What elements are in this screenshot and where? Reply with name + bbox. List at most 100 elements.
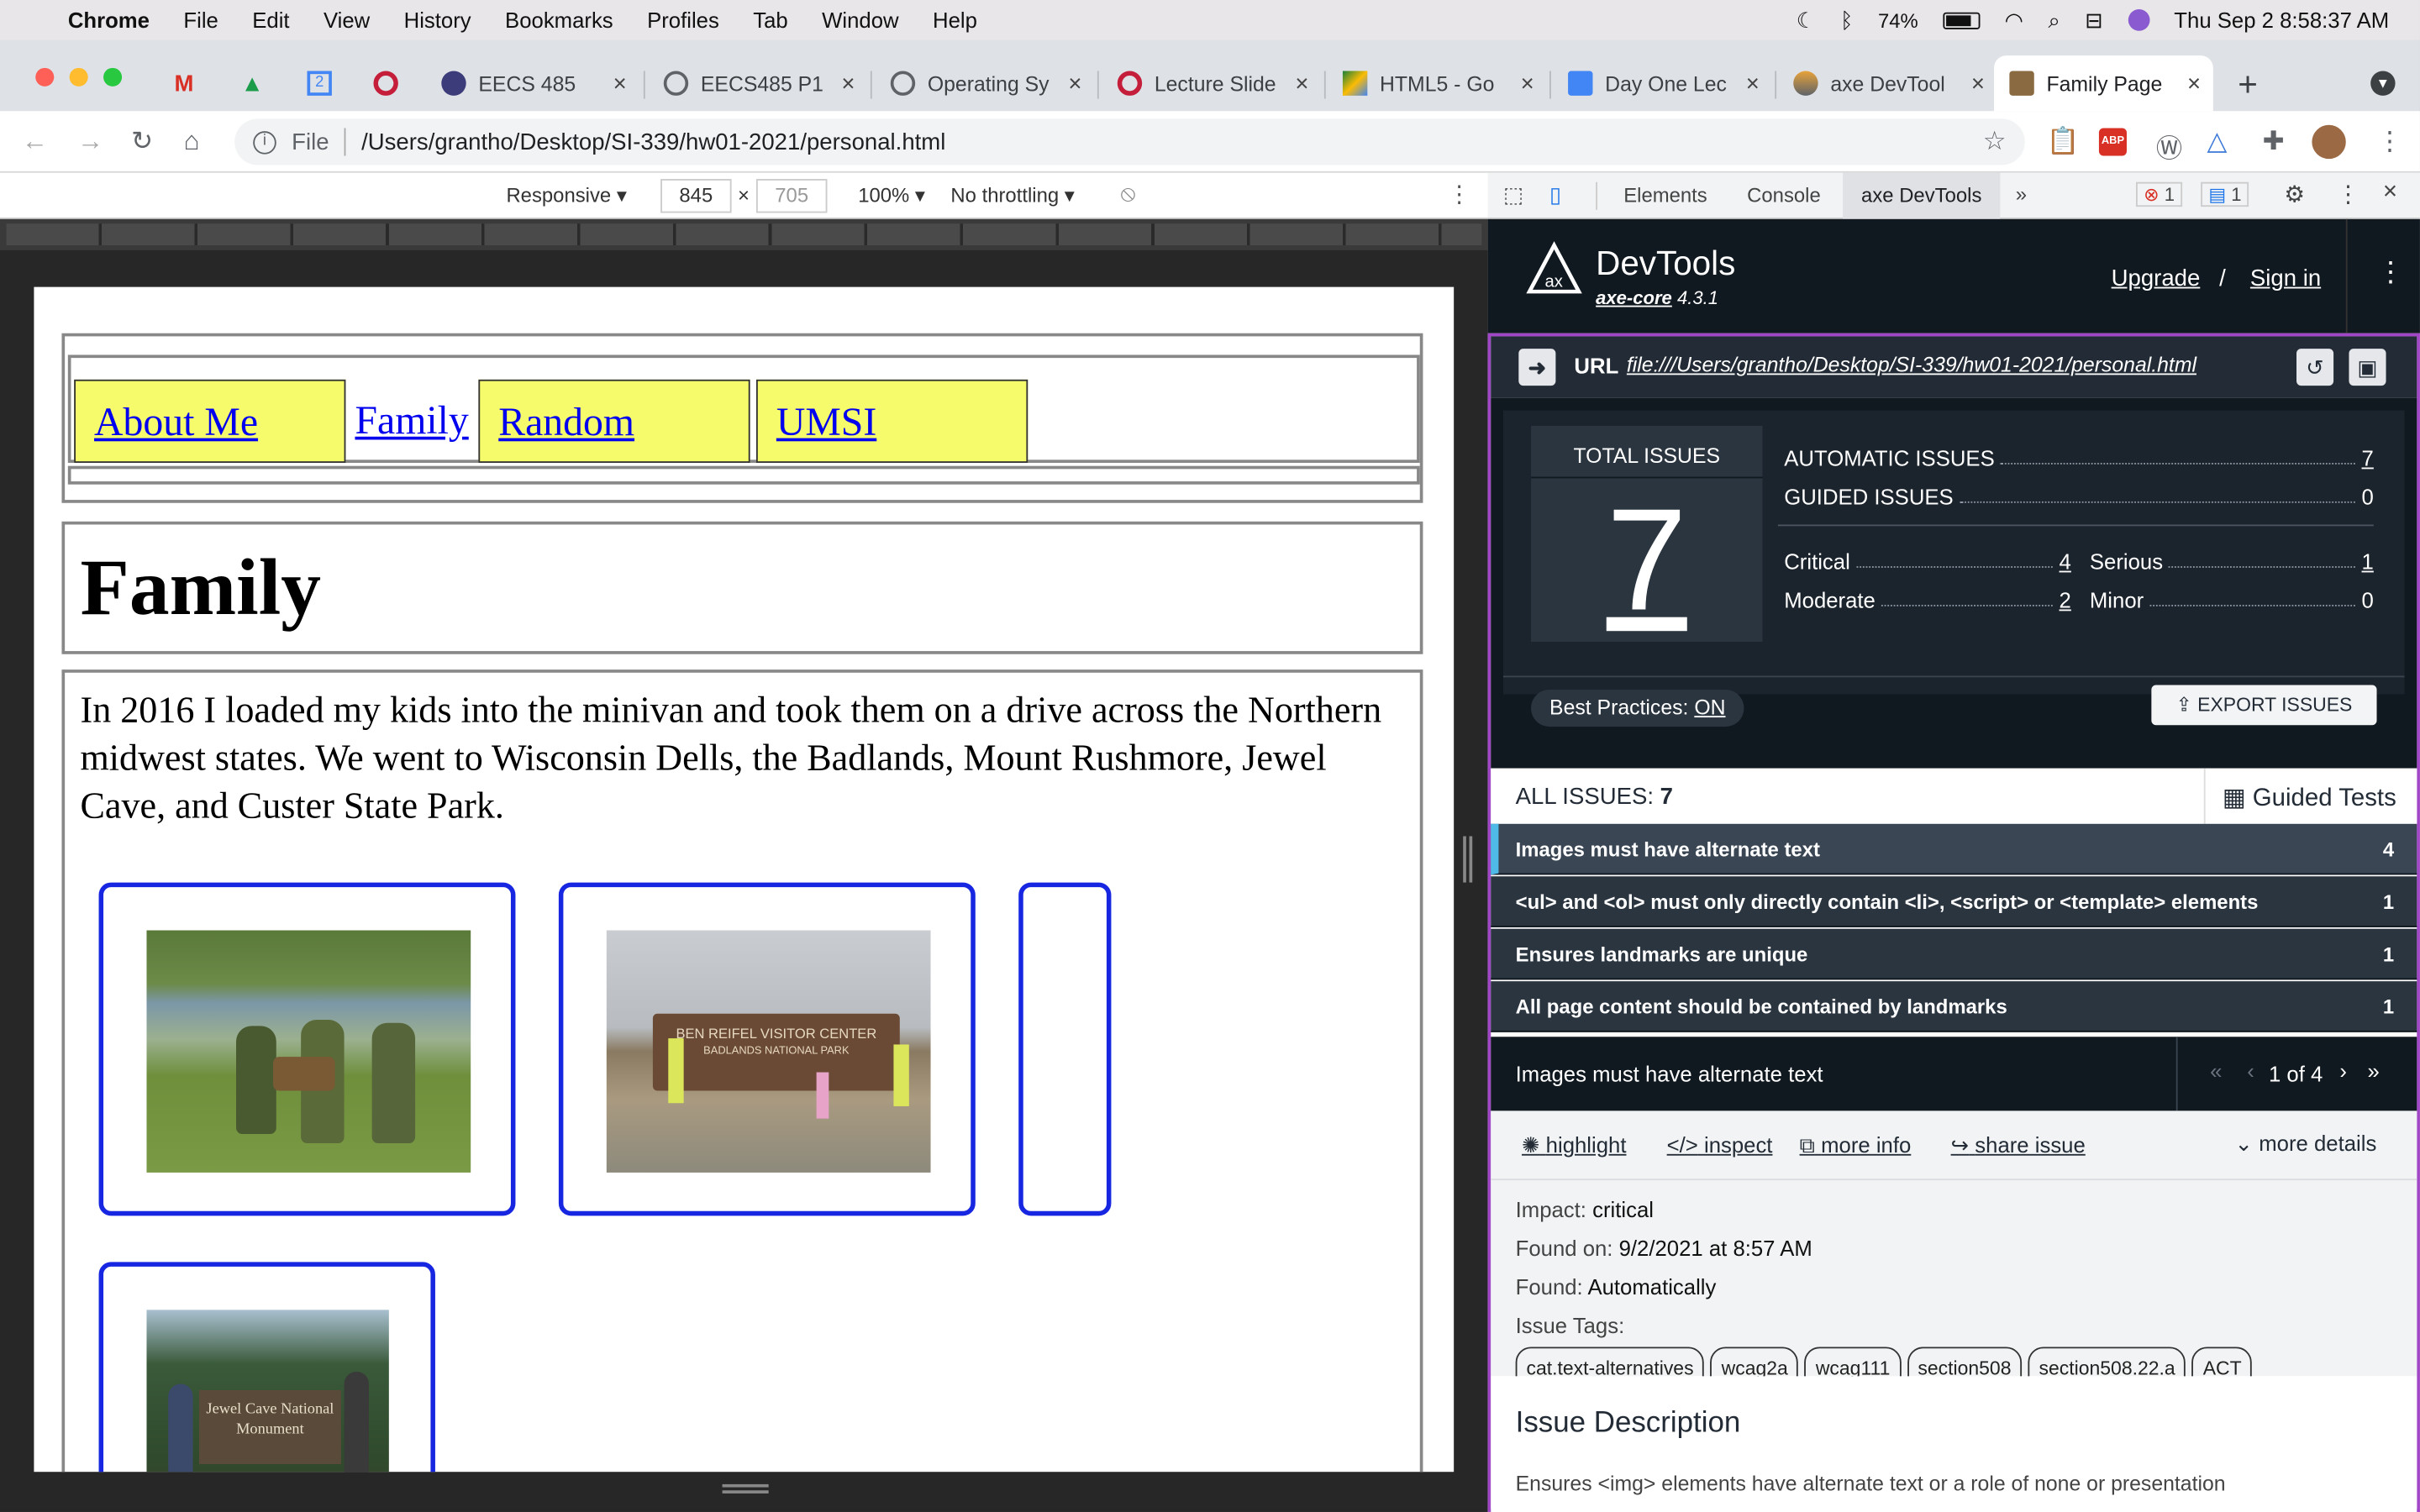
message-count-badge[interactable]: ▤ 1	[2201, 181, 2249, 207]
axe-menu-icon[interactable]: ⋮	[2377, 256, 2405, 289]
url-path[interactable]: /Users/grantho/Desktop/SI-339/hw01-2021/…	[361, 129, 945, 155]
tab-axe-devtools[interactable]: axe DevTools	[1843, 172, 2001, 219]
tab-console[interactable]: Console	[1747, 184, 1821, 207]
issue-row[interactable]: All page content should be contained by …	[1491, 981, 2417, 1032]
info-icon[interactable]: i	[253, 130, 276, 154]
responsive-dropdown[interactable]: Responsive ▾	[506, 184, 626, 208]
axe-core-link[interactable]: axe-core	[1596, 287, 1672, 309]
control-center-icon[interactable]: ⊟	[2085, 7, 2103, 33]
back-icon[interactable]: ←	[22, 127, 48, 158]
nav-link-random[interactable]: Random	[498, 400, 634, 444]
save-results-icon[interactable]: ▣	[2349, 349, 2386, 386]
profile-avatar[interactable]	[2312, 124, 2346, 160]
more-details-toggle[interactable]: ⌄ more details	[2235, 1131, 2377, 1157]
drive-pinned-tab-icon[interactable]: ▲	[241, 71, 264, 97]
reload-icon[interactable]: ↻	[131, 127, 153, 158]
window-close-button[interactable]	[35, 67, 55, 87]
highlight-button[interactable]: ✺ highlight	[1522, 1132, 1626, 1158]
issue-row[interactable]: <ul> and <ol> must only directly contain…	[1491, 876, 2417, 927]
export-issues-button[interactable]: ⇪ EXPORT ISSUES	[2151, 685, 2377, 726]
menu-app-name[interactable]: Chrome	[68, 8, 150, 32]
issue-row-selected[interactable]: Images must have alternate text 4	[1491, 823, 2417, 875]
back-arrow-icon[interactable]: ➜	[1518, 349, 1556, 386]
next-page-icon[interactable]: ›	[2339, 1058, 2347, 1083]
browser-tab[interactable]: Lecture Slide ×	[1102, 55, 1321, 111]
clipboard-extension-icon[interactable]: 📋	[2046, 127, 2079, 158]
spotlight-search-icon[interactable]: ⌕	[2048, 7, 2060, 33]
menu-file[interactable]: File	[183, 8, 218, 32]
browser-tab[interactable]: EECS 485 ×	[426, 55, 639, 111]
gmail-pinned-tab-icon[interactable]: M	[175, 71, 194, 97]
wordpress-extension-icon[interactable]: Ⓦ	[2156, 127, 2182, 165]
tab-close-icon[interactable]: ×	[1521, 71, 1534, 97]
forward-icon[interactable]: →	[77, 127, 103, 158]
menu-help[interactable]: Help	[933, 8, 977, 32]
inspect-button[interactable]: </> inspect	[1667, 1132, 1773, 1157]
media-query-ruler[interactable]	[0, 218, 1488, 250]
battery-icon[interactable]	[1943, 11, 1981, 29]
tab-close-icon[interactable]: ×	[2187, 71, 2201, 97]
menu-window[interactable]: Window	[822, 8, 898, 32]
address-bar[interactable]: i File /Users/grantho/Desktop/SI-339/hw0…	[234, 118, 2025, 165]
devtools-close-icon[interactable]: ×	[2383, 179, 2397, 207]
canvas-pinned-tab-icon[interactable]	[373, 71, 398, 96]
first-page-icon[interactable]: «	[2210, 1058, 2222, 1083]
device-more-icon[interactable]: ⋮	[1448, 181, 1471, 208]
browser-tab[interactable]: axe DevTool ×	[1778, 55, 1997, 111]
calendar-pinned-tab-icon[interactable]: 2	[307, 71, 332, 96]
zoom-dropdown[interactable]: 100% ▾	[858, 184, 925, 208]
tab-close-icon[interactable]: ×	[841, 71, 855, 97]
menubar-clock[interactable]: Thu Sep 2 8:58:37 AM	[2174, 8, 2389, 32]
new-tab-button[interactable]: +	[2238, 65, 2258, 105]
error-count-badge[interactable]: ⊗ 1	[2135, 181, 2183, 207]
sign-in-link[interactable]: Sign in	[2250, 265, 2321, 291]
tab-close-icon[interactable]: ×	[1746, 71, 1760, 97]
menu-bookmarks[interactable]: Bookmarks	[505, 8, 613, 32]
tab-close-icon[interactable]: ×	[613, 71, 627, 97]
scanned-url-link[interactable]: file:///Users/grantho/Desktop/SI-339/hw0…	[1627, 354, 2196, 377]
moon-icon[interactable]: ☾	[1797, 7, 1816, 33]
serious-count[interactable]: 1	[2362, 549, 2374, 574]
share-issue-button[interactable]: ↪ share issue	[1951, 1132, 2086, 1158]
adblock-extension-icon[interactable]: ABP	[2098, 128, 2127, 156]
more-tabs-icon[interactable]: »	[2016, 182, 2027, 206]
siri-icon[interactable]	[2128, 9, 2149, 31]
tab-close-icon[interactable]: ×	[1971, 71, 1985, 97]
bookmark-star-icon[interactable]: ☆	[1983, 127, 2007, 158]
menu-view[interactable]: View	[324, 8, 370, 32]
issue-row[interactable]: Ensures landmarks are unique 1	[1491, 928, 2417, 980]
moderate-count[interactable]: 2	[2060, 588, 2071, 612]
wifi-icon[interactable]: ◠	[2005, 7, 2023, 33]
chrome-menu-icon[interactable]: ⋮	[2377, 127, 2403, 158]
extensions-puzzle-icon[interactable]: ✚	[2263, 127, 2285, 158]
window-minimize-button[interactable]	[69, 67, 88, 87]
inspect-element-icon[interactable]: ⬚	[1503, 182, 1523, 208]
bluetooth-icon[interactable]: ᛒ	[1840, 8, 1853, 32]
throttling-dropdown[interactable]: No throttling ▾	[950, 184, 1074, 208]
viewport-resize-handle[interactable]	[722, 1483, 769, 1494]
guided-tests-button[interactable]: ▦ Guided Tests	[2223, 782, 2396, 813]
last-page-icon[interactable]: »	[2367, 1058, 2379, 1083]
viewport-width-input[interactable]: 845	[660, 179, 732, 213]
total-issues-count[interactable]: 7	[1531, 486, 1763, 633]
device-toggle-icon[interactable]: ▯	[1549, 182, 1561, 208]
tab-close-icon[interactable]: ×	[1295, 71, 1308, 97]
devtools-menu-icon[interactable]: ⋮	[2337, 181, 2360, 208]
tab-search-icon[interactable]: ▼	[2370, 71, 2396, 96]
nav-link-about-me[interactable]: About Me	[94, 400, 258, 444]
viewport-resize-handle-side[interactable]	[1463, 836, 1473, 883]
prev-page-icon[interactable]: ‹	[2247, 1058, 2254, 1083]
rescan-icon[interactable]: ↺	[2296, 349, 2334, 386]
critical-count[interactable]: 4	[2060, 549, 2071, 574]
rotate-icon[interactable]: ⦸	[1120, 181, 1135, 207]
menu-edit[interactable]: Edit	[252, 8, 289, 32]
browser-tab[interactable]: HTML5 - Go ×	[1328, 55, 1547, 111]
window-zoom-button[interactable]	[103, 67, 123, 87]
browser-tab[interactable]: EECS485 P1 ×	[648, 55, 867, 111]
tab-close-icon[interactable]: ×	[1068, 71, 1081, 97]
automatic-issues-count[interactable]: 7	[2362, 446, 2374, 470]
viewport-height-input[interactable]: 705	[755, 179, 828, 213]
browser-tab[interactable]: Day One Lec ×	[1553, 55, 1772, 111]
nav-link-umsi[interactable]: UMSI	[776, 400, 876, 444]
upgrade-link[interactable]: Upgrade	[2112, 265, 2201, 291]
